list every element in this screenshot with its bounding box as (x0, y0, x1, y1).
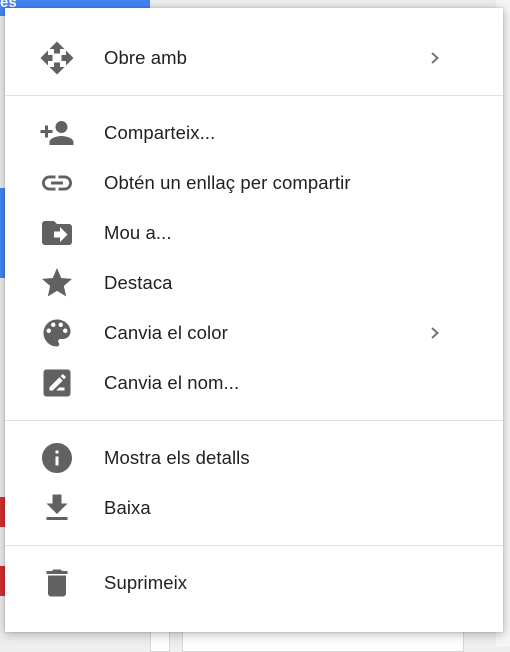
menu-item-star[interactable]: Destaca (5, 258, 503, 308)
background-card (182, 630, 464, 652)
menu-item-download[interactable]: Baixa (5, 483, 503, 533)
palette-icon (38, 319, 76, 347)
menu-item-label: Obtén un enllaç per compartir (104, 172, 351, 193)
menu-item-label: Baixa (104, 497, 151, 518)
info-icon (38, 443, 76, 473)
menu-item-label: Obre amb (104, 47, 188, 68)
menu-item-change-color[interactable]: Canvia el color (5, 308, 503, 358)
download-icon (38, 494, 76, 520)
rename-pencil-icon (38, 369, 76, 397)
background-card (150, 630, 170, 652)
menu-divider (5, 95, 503, 96)
menu-item-label: Destaca (104, 272, 173, 293)
trash-icon (38, 569, 76, 597)
menu-item-label: Comparteix... (104, 122, 216, 143)
menu-divider (5, 545, 503, 546)
menu-item-open-with[interactable]: Obre amb (5, 33, 503, 83)
star-icon (38, 268, 76, 297)
menu-item-show-details[interactable]: Mostra els detalls (5, 433, 503, 483)
chevron-right-icon (428, 323, 442, 343)
menu-item-label: Mou a... (104, 222, 172, 243)
menu-item-share[interactable]: Comparteix... (5, 108, 503, 158)
move-arrows-icon (38, 41, 76, 75)
menu-item-get-link[interactable]: Obtén un enllaç per compartir (5, 158, 503, 208)
menu-divider (5, 420, 503, 421)
link-icon (38, 171, 76, 195)
menu-item-label: Canvia el color (104, 322, 228, 343)
chevron-right-icon (428, 48, 442, 68)
menu-item-label: Suprimeix (104, 572, 188, 593)
folder-move-icon (38, 221, 76, 245)
menu-item-label: Mostra els detalls (104, 447, 250, 468)
context-menu: Obre amb Comparteix... Obtén un enllaç p… (5, 8, 503, 632)
menu-item-label: Canvia el nom... (104, 372, 240, 393)
menu-item-delete[interactable]: Suprimeix (5, 558, 503, 608)
menu-item-move-to[interactable]: Mou a... (5, 208, 503, 258)
menu-item-rename[interactable]: Canvia el nom... (5, 358, 503, 408)
person-add-icon (38, 121, 76, 145)
